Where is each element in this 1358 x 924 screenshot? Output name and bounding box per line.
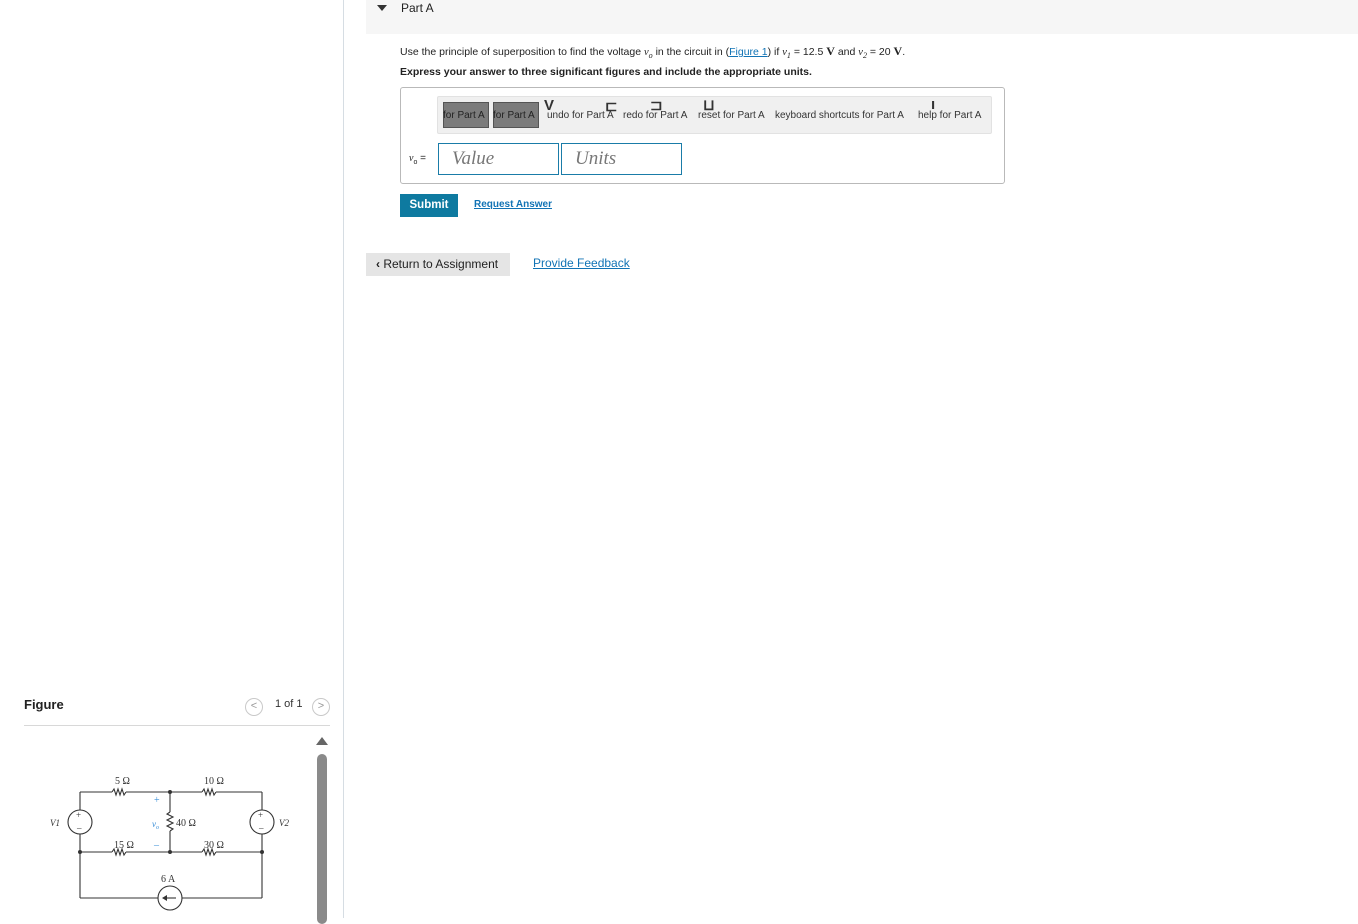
resistor-30-label: 30 Ω bbox=[204, 840, 224, 851]
resistor-15-label: 15 Ω bbox=[114, 840, 134, 851]
v2-minus: – bbox=[258, 823, 264, 833]
source-v2-label: V2 bbox=[279, 818, 289, 828]
request-answer-link[interactable]: Request Answer bbox=[474, 199, 552, 210]
reset-icon: ⊔ bbox=[703, 97, 715, 114]
figure-title: Figure bbox=[24, 697, 64, 712]
collapse-caret-icon[interactable] bbox=[377, 5, 387, 11]
figure-prev-button[interactable]: < bbox=[245, 698, 263, 716]
figure-next-button[interactable]: > bbox=[312, 698, 330, 716]
part-header[interactable] bbox=[366, 0, 1358, 34]
help-button[interactable]: help for Part A bbox=[918, 110, 981, 121]
v1-plus: + bbox=[76, 810, 81, 820]
vo-minus-sign: – bbox=[153, 840, 160, 851]
scroll-up-arrow-icon[interactable] bbox=[316, 737, 328, 745]
help-icon: ı bbox=[931, 96, 936, 113]
figure-divider-line bbox=[24, 725, 330, 726]
resistor-10-label: 10 Ω bbox=[204, 776, 224, 787]
question-text: Use the principle of superposition to fi… bbox=[400, 44, 906, 61]
resistor-5-label: 5 Ω bbox=[115, 776, 130, 787]
figure-panel: Figure < 1 of 1 > + – + – 5 Ω 10 Ω 40 Ω … bbox=[0, 0, 344, 924]
provide-feedback-link[interactable]: Provide Feedback bbox=[533, 256, 630, 270]
v2-plus: + bbox=[258, 810, 263, 820]
return-to-assignment-button[interactable]: ‹ Return to Assignment bbox=[366, 253, 510, 276]
submit-button[interactable]: Submit bbox=[400, 194, 458, 217]
symbols-button-label: for Part A bbox=[493, 110, 535, 121]
undo-icon: ⊏ bbox=[605, 98, 618, 115]
circuit-diagram: + – + – 5 Ω 10 Ω 40 Ω 15 Ω 30 Ω 6 A V1 V… bbox=[50, 776, 289, 911]
vo-plus-sign: + bbox=[154, 795, 160, 806]
instruction-text: Express your answer to three significant… bbox=[400, 66, 812, 78]
keyboard-shortcuts-button[interactable]: keyboard shortcuts for Part A bbox=[775, 110, 904, 121]
value-input[interactable] bbox=[438, 143, 559, 175]
figure-pager: 1 of 1 bbox=[275, 698, 303, 710]
v1-minus: – bbox=[76, 823, 82, 833]
panel-divider bbox=[343, 0, 344, 918]
templates-button-label: for Part A bbox=[443, 110, 485, 121]
part-title: Part A bbox=[401, 1, 434, 15]
figure-link[interactable]: Figure 1 bbox=[729, 46, 768, 58]
units-input[interactable] bbox=[561, 143, 682, 175]
figure-scrollbar[interactable] bbox=[317, 754, 327, 924]
redo-icon: ⊐ bbox=[650, 97, 663, 114]
vo-label: vo bbox=[152, 819, 159, 831]
undo-button[interactable]: undo for Part A bbox=[547, 110, 614, 121]
resistor-40-label: 40 Ω bbox=[176, 818, 196, 829]
answer-variable-label: vo = bbox=[409, 153, 426, 166]
keyboard-icon: V bbox=[544, 97, 555, 114]
source-v1-label: V1 bbox=[50, 818, 60, 828]
current-source-label: 6 A bbox=[161, 874, 176, 885]
